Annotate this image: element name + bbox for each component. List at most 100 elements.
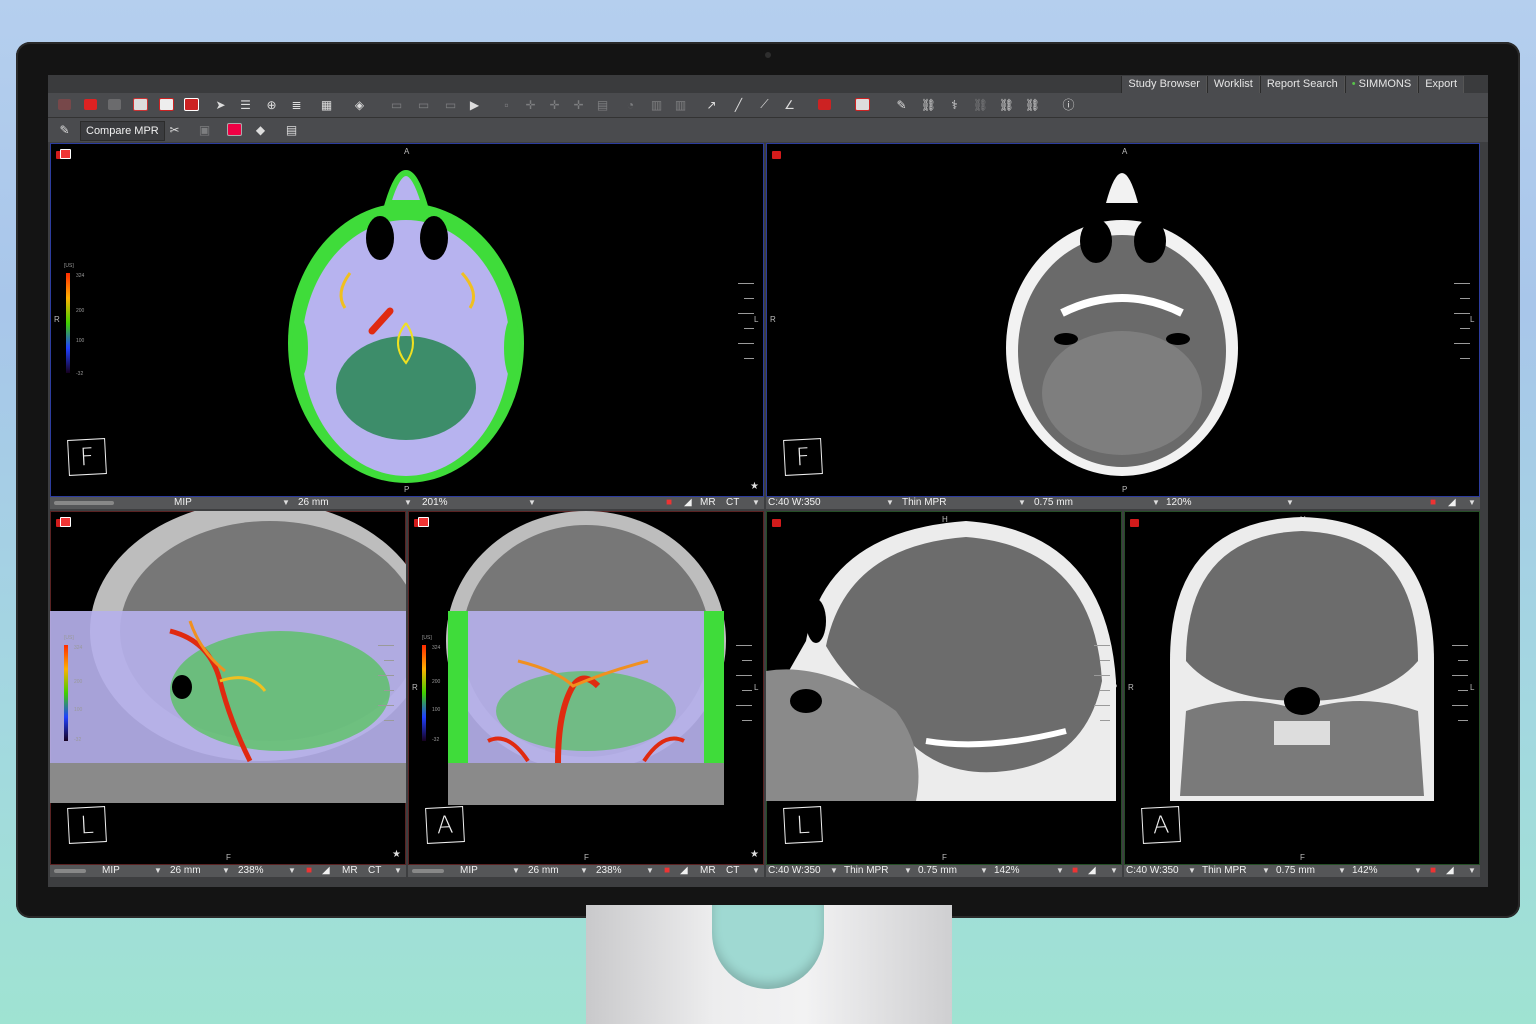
ruler-icon[interactable]: ⟋ xyxy=(756,96,773,113)
lock-icon[interactable]: ■ xyxy=(666,497,672,509)
tool-b-icon[interactable]: ✛ xyxy=(522,96,539,113)
chevron-down-icon[interactable]: ▼ xyxy=(580,865,588,877)
cut-icon[interactable] xyxy=(854,96,871,113)
pointer-icon[interactable]: ➤ xyxy=(212,96,229,113)
star-icon[interactable]: ★ xyxy=(392,849,401,860)
print-icon[interactable] xyxy=(132,96,149,113)
chevron-down-icon[interactable]: ▼ xyxy=(646,865,654,877)
zoom-select[interactable]: 142% xyxy=(994,865,1020,877)
contrast-icon[interactable]: ◢ xyxy=(322,865,330,877)
contrast-icon[interactable]: ◢ xyxy=(1088,865,1096,877)
sync-icon[interactable]: ▭ xyxy=(415,96,432,113)
tab-export[interactable]: Export xyxy=(1418,76,1464,93)
slab-slider[interactable] xyxy=(54,869,86,873)
chevron-down-icon[interactable]: ▼ xyxy=(1056,865,1064,877)
render-mode-select[interactable]: MIP xyxy=(174,497,192,509)
slab-slider[interactable] xyxy=(54,501,114,505)
contrast-icon[interactable]: ◢ xyxy=(684,497,692,509)
scissors-icon[interactable]: ✂ xyxy=(166,121,183,138)
orientation-cube[interactable]: F xyxy=(67,438,107,476)
sync-link-icon[interactable]: ⛓ xyxy=(998,96,1015,113)
chevron-down-icon[interactable]: ▼ xyxy=(404,497,412,509)
chevron-down-icon[interactable]: ▼ xyxy=(1152,497,1160,509)
chevron-down-icon[interactable]: ▼ xyxy=(1110,865,1118,877)
arrow-annotation-icon[interactable]: ↗ xyxy=(703,96,720,113)
modality-mr[interactable]: MR xyxy=(342,865,358,877)
link-options-icon[interactable]: ⛓ xyxy=(1024,96,1041,113)
chevron-down-icon[interactable]: ▼ xyxy=(752,865,760,877)
chevron-down-icon[interactable]: ▼ xyxy=(886,497,894,509)
thickness-select[interactable]: 26 mm xyxy=(298,497,329,509)
orientation-cube[interactable]: L xyxy=(783,806,823,844)
render-icon[interactable] xyxy=(226,121,243,138)
chevron-down-icon[interactable]: ▼ xyxy=(980,865,988,877)
chevron-down-icon[interactable]: ▼ xyxy=(288,865,296,877)
compare-grid-icon[interactable]: ▥ xyxy=(648,96,665,113)
brush-icon[interactable]: ✎ xyxy=(893,96,910,113)
angle-icon[interactable]: ∠ xyxy=(781,96,798,113)
tool-f-icon[interactable]: ◔ xyxy=(622,96,639,113)
export-image-icon[interactable] xyxy=(183,96,200,113)
thickness-select[interactable]: 26 mm xyxy=(170,865,201,877)
render-mode-select[interactable]: Thin MPR xyxy=(1202,865,1246,877)
render-mode-select[interactable]: Thin MPR xyxy=(902,497,946,509)
zoom-select[interactable]: 142% xyxy=(1352,865,1378,877)
contrast-icon[interactable]: ◢ xyxy=(1446,865,1454,877)
modality-mr[interactable]: MR xyxy=(700,865,716,877)
zoom-select[interactable]: 238% xyxy=(596,865,622,877)
chevron-down-icon[interactable]: ▼ xyxy=(394,865,402,877)
vessel-icon[interactable]: ⚕ xyxy=(946,96,963,113)
viewport-sagittal-ct[interactable]: H F P L xyxy=(766,511,1122,865)
chevron-down-icon[interactable]: ▼ xyxy=(1414,865,1422,877)
zoom-select[interactable]: 238% xyxy=(238,865,264,877)
window-level-select[interactable]: C:40 W:350 xyxy=(1126,865,1179,877)
crosshair-icon[interactable]: ⊕ xyxy=(263,96,280,113)
tool-a-icon[interactable]: ▫ xyxy=(498,96,515,113)
chevron-down-icon[interactable]: ▼ xyxy=(1338,865,1346,877)
tab-patient[interactable]: • SIMMONS xyxy=(1344,76,1419,93)
modality-ct[interactable]: CT xyxy=(726,497,739,509)
grid-tool-icon[interactable]: ▦ xyxy=(318,96,335,113)
zoom-select[interactable]: 201% xyxy=(422,497,448,509)
modality-ct[interactable]: CT xyxy=(368,865,381,877)
contrast-icon[interactable]: ◢ xyxy=(680,865,688,877)
chevron-down-icon[interactable]: ▼ xyxy=(222,865,230,877)
lock-icon[interactable]: ■ xyxy=(664,865,670,877)
tab-study-browser[interactable]: Study Browser xyxy=(1121,76,1207,93)
cine-settings-icon[interactable]: ▭ xyxy=(442,96,459,113)
chevron-down-icon[interactable]: ▼ xyxy=(1286,497,1294,509)
layout-icon[interactable] xyxy=(158,96,175,113)
lock-icon[interactable]: ■ xyxy=(306,865,312,877)
segment-icon[interactable]: ◆ xyxy=(252,121,269,138)
tab-report-search[interactable]: Report Search xyxy=(1259,76,1345,93)
line-measure-icon[interactable]: ╱ xyxy=(730,96,747,113)
orientation-cube[interactable]: A xyxy=(425,806,465,844)
tool-c-icon[interactable]: ✛ xyxy=(546,96,563,113)
chevron-down-icon[interactable]: ▼ xyxy=(904,865,912,877)
link-off-icon[interactable]: ⛓ xyxy=(972,96,989,113)
tool-e-icon[interactable]: ▤ xyxy=(594,96,611,113)
chevron-down-icon[interactable]: ▼ xyxy=(512,865,520,877)
stack-scroll-icon[interactable]: ☰ xyxy=(237,96,254,113)
slab-slider[interactable] xyxy=(412,869,444,873)
render-mode-select[interactable]: Thin MPR xyxy=(844,865,888,877)
viewport-axial-fusion[interactable]: A P R L [US] 324 200 100 -32 F ★ xyxy=(50,143,764,497)
tool-d-icon[interactable]: ✛ xyxy=(570,96,587,113)
orientation-cube[interactable]: F xyxy=(783,438,823,476)
render-mode-select[interactable]: MIP xyxy=(102,865,120,877)
contrast-icon[interactable]: ◢ xyxy=(1448,497,1456,509)
render-mode-select[interactable]: MIP xyxy=(460,865,478,877)
snapshot-icon[interactable] xyxy=(816,96,833,113)
split-icon[interactable]: ▥ xyxy=(672,96,689,113)
compare-mpr-button[interactable]: Compare MPR xyxy=(80,121,165,141)
volume-icon[interactable]: ▣ xyxy=(196,121,213,138)
chevron-down-icon[interactable]: ▼ xyxy=(1018,497,1026,509)
chevron-down-icon[interactable]: ▼ xyxy=(282,497,290,509)
thickness-select[interactable]: 0.75 mm xyxy=(918,865,957,877)
thickness-select[interactable]: 26 mm xyxy=(528,865,559,877)
viewport-sagittal-fusion[interactable]: H F P [US] 324 200 100 -32 L ★ xyxy=(50,511,406,865)
chevron-down-icon[interactable]: ▼ xyxy=(1468,865,1476,877)
open-series-icon[interactable] xyxy=(82,96,99,113)
series-list-icon[interactable]: ≣ xyxy=(288,96,305,113)
viewport-axial-ct[interactable]: A P R L F xyxy=(766,143,1480,497)
